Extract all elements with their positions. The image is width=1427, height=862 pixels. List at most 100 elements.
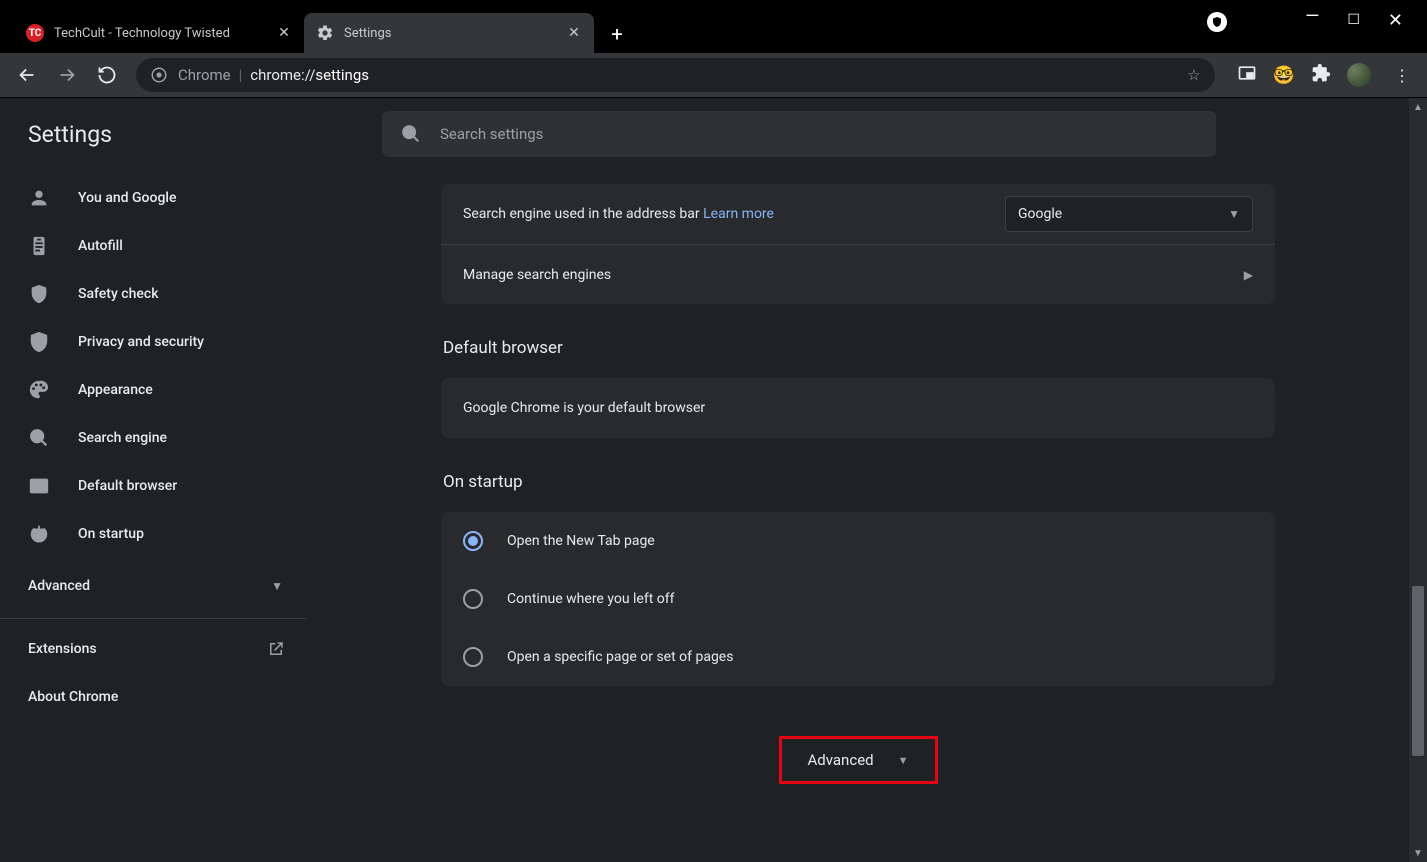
tab-title: TechCult - Technology Twisted <box>54 26 276 41</box>
browser-toolbar: Chrome | chrome://settings ☆ 🤓 ⋮ <box>0 53 1427 97</box>
profile-avatar[interactable] <box>1347 63 1371 87</box>
sidebar-item-you-and-google[interactable]: You and Google <box>0 174 307 222</box>
person-icon <box>28 187 50 209</box>
search-icon <box>28 427 50 449</box>
radio-label: Open a specific page or set of pages <box>507 649 733 665</box>
scroll-track[interactable] <box>1409 116 1427 844</box>
sidebar-advanced-toggle[interactable]: Advanced ▼ <box>0 558 307 614</box>
browser-icon <box>28 475 50 497</box>
window-controls: — ☐ ✕ <box>1281 0 1427 40</box>
sidebar-about-link[interactable]: About Chrome <box>0 673 307 721</box>
chevron-down-icon: ▼ <box>271 579 283 593</box>
tab-title: Settings <box>344 26 566 41</box>
select-value: Google <box>1018 206 1062 222</box>
favicon-techcult: TC <box>26 24 44 42</box>
sidebar-advanced-label: Advanced <box>28 578 90 594</box>
sidebar-item-default-browser[interactable]: Default browser <box>0 462 307 510</box>
radio-label: Open the New Tab page <box>507 533 655 549</box>
url-text: chrome://settings <box>250 66 369 84</box>
glasses-icon[interactable]: 🤓 <box>1273 65 1295 86</box>
radio-button[interactable] <box>463 647 483 667</box>
sidebar-item-label: You and Google <box>78 190 176 206</box>
tab-techcult[interactable]: TC TechCult - Technology Twisted ✕ <box>14 13 304 53</box>
default-browser-card: Google Chrome is your default browser <box>441 378 1275 438</box>
sidebar-item-label: Autofill <box>78 238 123 254</box>
shield-badge-icon[interactable] <box>1207 12 1227 32</box>
sidebar-item-appearance[interactable]: Appearance <box>0 366 307 414</box>
startup-option-continue[interactable]: Continue where you left off <box>441 570 1275 628</box>
chevron-right-icon: ▶ <box>1244 268 1253 282</box>
search-engine-row: Search engine used in the address bar Le… <box>441 184 1275 244</box>
advanced-button-wrap: Advanced ▼ <box>441 736 1275 784</box>
extensions-puzzle-icon[interactable] <box>1311 63 1331 87</box>
sidebar-item-label: Search engine <box>78 430 167 446</box>
sidebar-item-label: On startup <box>78 526 144 542</box>
url-chip: Chrome <box>178 66 231 84</box>
reload-button[interactable] <box>90 58 124 92</box>
row-label: Search engine used in the address bar <box>463 206 700 222</box>
address-bar[interactable]: Chrome | chrome://settings ☆ <box>136 58 1215 92</box>
sidebar-item-privacy-security[interactable]: Privacy and security <box>0 318 307 366</box>
tab-settings[interactable]: Settings ✕ <box>304 13 594 53</box>
shield-check-icon <box>28 283 50 305</box>
status-text: Google Chrome is your default browser <box>463 400 705 416</box>
default-browser-status-row: Google Chrome is your default browser <box>441 378 1275 438</box>
gear-icon <box>316 24 334 42</box>
forward-button[interactable] <box>50 58 84 92</box>
radio-button[interactable] <box>463 531 483 551</box>
close-window-button[interactable]: ✕ <box>1388 10 1403 31</box>
sidebar-item-label: Safety check <box>78 286 159 302</box>
title-bar: TC TechCult - Technology Twisted ✕ Setti… <box>0 0 1427 53</box>
divider <box>0 618 307 619</box>
sidebar-item-label: Default browser <box>78 478 177 494</box>
search-engine-card: Search engine used in the address bar Le… <box>441 184 1275 304</box>
chevron-down-icon: ▼ <box>1228 207 1240 221</box>
search-icon <box>400 123 422 145</box>
pip-icon[interactable] <box>1237 63 1257 87</box>
bookmark-star-icon[interactable]: ☆ <box>1187 66 1200 84</box>
sidebar-item-autofill[interactable]: Autofill <box>0 222 307 270</box>
palette-icon <box>28 379 50 401</box>
settings-main: Search engine used in the address bar Le… <box>307 98 1409 862</box>
radio-button[interactable] <box>463 589 483 609</box>
close-icon[interactable]: ✕ <box>276 25 292 41</box>
search-settings-box[interactable] <box>382 111 1216 157</box>
learn-more-link[interactable]: Learn more <box>703 206 774 222</box>
advanced-expand-button[interactable]: Advanced ▼ <box>779 736 938 784</box>
section-title-default-browser: Default browser <box>443 338 1275 358</box>
scroll-thumb[interactable] <box>1412 586 1424 756</box>
radio-label: Continue where you left off <box>507 591 675 607</box>
kebab-menu-icon[interactable]: ⋮ <box>1387 66 1417 85</box>
sidebar-item-label: Extensions <box>28 641 97 657</box>
vertical-scrollbar[interactable]: ▲ ▼ <box>1409 98 1427 862</box>
row-label: Manage search engines <box>463 267 611 283</box>
scroll-up-arrow-icon[interactable]: ▲ <box>1409 98 1427 116</box>
sidebar-item-search-engine[interactable]: Search engine <box>0 414 307 462</box>
chevron-down-icon: ▼ <box>898 754 909 767</box>
close-icon[interactable]: ✕ <box>566 25 582 41</box>
section-title-on-startup: On startup <box>443 472 1275 492</box>
sidebar-item-safety-check[interactable]: Safety check <box>0 270 307 318</box>
minimize-button[interactable]: — <box>1305 6 1319 27</box>
startup-option-new-tab[interactable]: Open the New Tab page <box>441 512 1275 570</box>
page-title: Settings <box>0 98 307 170</box>
advanced-button-label: Advanced <box>808 751 874 769</box>
open-external-icon <box>267 640 285 658</box>
scroll-down-arrow-icon[interactable]: ▼ <box>1409 844 1427 862</box>
maximize-button[interactable]: ☐ <box>1347 12 1360 28</box>
new-tab-button[interactable]: + <box>602 19 632 49</box>
sidebar-item-label: Appearance <box>78 382 153 398</box>
search-row <box>307 98 1409 170</box>
sidebar-item-label: Privacy and security <box>78 334 204 350</box>
search-settings-input[interactable] <box>440 125 1198 143</box>
sidebar-extensions-link[interactable]: Extensions <box>0 625 307 673</box>
chrome-icon <box>150 66 168 84</box>
sidebar-item-label: About Chrome <box>28 689 118 705</box>
manage-search-engines-row[interactable]: Manage search engines ▶ <box>441 244 1275 304</box>
tab-strip: TC TechCult - Technology Twisted ✕ Setti… <box>0 13 632 53</box>
back-button[interactable] <box>10 58 44 92</box>
sidebar-item-on-startup[interactable]: On startup <box>0 510 307 558</box>
search-engine-select[interactable]: Google ▼ <box>1005 196 1253 232</box>
startup-option-specific-pages[interactable]: Open a specific page or set of pages <box>441 628 1275 686</box>
extension-icons: 🤓 <box>1227 63 1381 87</box>
